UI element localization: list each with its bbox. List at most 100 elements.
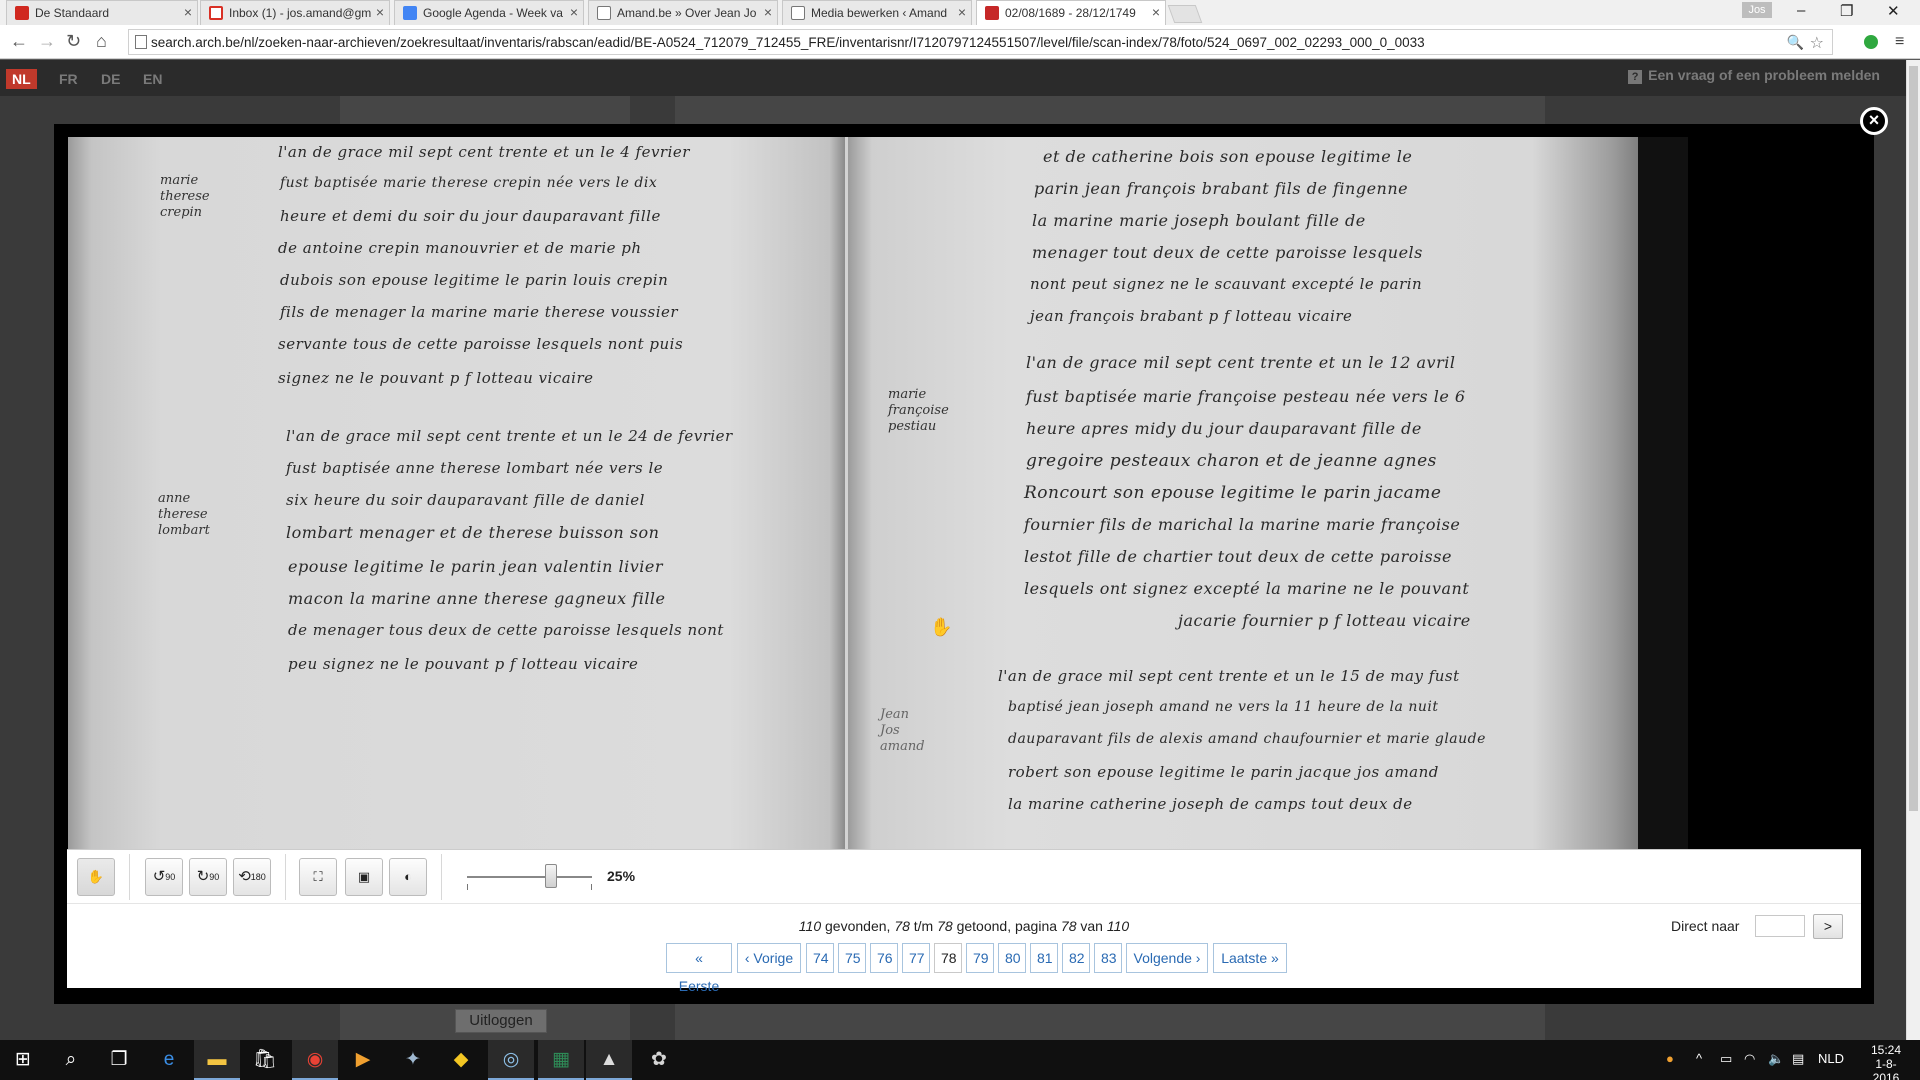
- notification-badge-icon[interactable]: ●: [1666, 1051, 1674, 1066]
- volume-icon[interactable]: 🔈: [1768, 1051, 1784, 1067]
- handwritten-line: heure et demi du soir du jour dauparavan…: [280, 207, 661, 225]
- battery-icon[interactable]: ▭: [1720, 1051, 1732, 1067]
- page-link[interactable]: 74: [806, 943, 834, 973]
- close-viewer-button[interactable]: ×: [1860, 107, 1888, 135]
- browser-tab-active[interactable]: 02/08/1689 - 28/12/1749 ×: [976, 0, 1166, 25]
- handwritten-line: de antoine crepin manouvrier et de marie…: [278, 239, 642, 257]
- forward-icon[interactable]: →: [38, 32, 56, 50]
- rotate-right-button[interactable]: ↻90: [189, 858, 227, 896]
- direct-page-input[interactable]: [1755, 915, 1805, 937]
- page-link[interactable]: 79: [966, 943, 994, 973]
- close-tab-icon[interactable]: ×: [1152, 4, 1160, 20]
- browser-tab[interactable]: Inbox (1) - jos.amand@gm ×: [200, 0, 390, 25]
- task-view-icon[interactable]: ❐: [96, 1040, 142, 1080]
- zoom-icon[interactable]: 🔍: [1787, 34, 1804, 51]
- close-tab-icon[interactable]: ×: [570, 4, 578, 20]
- photos-icon[interactable]: ▲: [586, 1040, 632, 1080]
- handwritten-line: dubois son epouse legitime le parin loui…: [280, 271, 669, 289]
- close-tab-icon[interactable]: ×: [184, 4, 192, 20]
- shown-from: 78: [894, 918, 910, 934]
- fullscreen-button[interactable]: ▣: [345, 858, 383, 896]
- last-page-link[interactable]: Laatste »: [1213, 943, 1287, 973]
- page-link[interactable]: 80: [998, 943, 1026, 973]
- invert-contrast-button[interactable]: ◐: [389, 858, 427, 896]
- page-info-icon[interactable]: [135, 35, 147, 49]
- window-close-icon[interactable]: ✕: [1887, 2, 1900, 20]
- scan-image[interactable]: marie therese crepin anne therese lombar…: [68, 137, 1652, 849]
- direct-go-button[interactable]: >: [1813, 914, 1843, 939]
- toolbar-divider: [129, 854, 130, 900]
- input-language[interactable]: NLD: [1818, 1051, 1844, 1066]
- browser-tab[interactable]: De Standaard ×: [6, 0, 198, 25]
- logout-button[interactable]: Uitloggen: [455, 1009, 547, 1033]
- page-scrollbar[interactable]: [1906, 60, 1920, 1040]
- back-icon[interactable]: ←: [10, 32, 28, 50]
- close-tab-icon[interactable]: ×: [764, 4, 772, 20]
- rotate-180-button[interactable]: ⟲180: [233, 858, 271, 896]
- address-bar[interactable]: search.arch.be/nl/zoeken-naar-archieven/…: [128, 29, 1833, 55]
- page-link[interactable]: 76: [870, 943, 898, 973]
- restore-icon[interactable]: ❐: [1840, 2, 1853, 20]
- file-explorer-icon[interactable]: ▬: [194, 1040, 240, 1080]
- app-icon[interactable]: ✦: [390, 1040, 436, 1080]
- zoom-slider-handle[interactable]: [545, 864, 557, 888]
- store-icon[interactable]: 🛍: [242, 1040, 288, 1080]
- app-icon[interactable]: ◎: [488, 1040, 534, 1080]
- page-link[interactable]: 83: [1094, 943, 1122, 973]
- system-clock[interactable]: 15:24 1-8-2016: [1862, 1043, 1910, 1080]
- app-icon[interactable]: ◆: [438, 1040, 484, 1080]
- page-link[interactable]: 77: [902, 943, 930, 973]
- search-icon[interactable]: ⌕: [48, 1040, 94, 1080]
- lang-en[interactable]: EN: [137, 69, 168, 89]
- scrollbar-thumb[interactable]: [1909, 66, 1918, 811]
- close-tab-icon[interactable]: ×: [958, 4, 966, 20]
- calendar-icon: [403, 6, 417, 20]
- wifi-icon[interactable]: ◠: [1744, 1051, 1755, 1067]
- browser-tab[interactable]: Amand.be » Over Jean Jo ×: [588, 0, 778, 25]
- windows-start-icon[interactable]: ⊞: [0, 1040, 46, 1080]
- tab-title: 02/08/1689 - 28/12/1749: [1005, 6, 1136, 20]
- browser-tab[interactable]: Google Agenda - Week va ×: [394, 0, 584, 25]
- report-problem-link[interactable]: ? Een vraag of een probleem melden: [1628, 67, 1880, 84]
- app-icon[interactable]: ▦: [538, 1040, 584, 1080]
- browser-toolbar: ← → ↻ ⌂ search.arch.be/nl/zoeken-naar-ar…: [0, 25, 1920, 59]
- handwritten-line: fils de menager la marine marie therese …: [280, 303, 679, 321]
- profile-button[interactable]: Jos: [1742, 2, 1772, 18]
- bookmark-star-icon[interactable]: ☆: [1810, 33, 1824, 53]
- media-player-icon[interactable]: ▶: [340, 1040, 386, 1080]
- rotate-180-icon: ⟲: [238, 868, 251, 885]
- tray-expand-icon[interactable]: ^: [1696, 1051, 1702, 1066]
- previous-page-link[interactable]: ‹ Vorige: [737, 943, 801, 973]
- fit-screen-button[interactable]: ⛶: [299, 858, 337, 896]
- pan-tool-button[interactable]: ✋: [77, 858, 115, 896]
- minimize-icon[interactable]: –: [1797, 2, 1805, 19]
- first-page-link[interactable]: « Eerste: [666, 943, 732, 994]
- lang-de[interactable]: DE: [95, 69, 126, 89]
- action-center-icon[interactable]: ▤: [1792, 1051, 1804, 1067]
- browser-tab[interactable]: Media bewerken ‹ Amand ×: [782, 0, 972, 25]
- shown-to: 78: [937, 918, 953, 934]
- chrome-icon[interactable]: ◉: [292, 1040, 338, 1080]
- new-tab-button[interactable]: [1167, 5, 1203, 23]
- extension-icon[interactable]: [1864, 35, 1878, 49]
- tab-title: Amand.be » Over Jean Jo: [617, 6, 757, 20]
- url-text[interactable]: search.arch.be/nl/zoeken-naar-archieven/…: [151, 35, 1425, 50]
- page-link[interactable]: 82: [1062, 943, 1090, 973]
- rotate-left-button[interactable]: ↺90: [145, 858, 183, 896]
- clock-time: 15:24: [1870, 1043, 1902, 1057]
- page-link[interactable]: 81: [1030, 943, 1058, 973]
- chrome-menu-icon[interactable]: ≡: [1895, 33, 1904, 51]
- app-icon[interactable]: ✿: [636, 1040, 682, 1080]
- reload-icon[interactable]: ↻: [66, 32, 81, 50]
- lang-fr[interactable]: FR: [53, 69, 84, 89]
- next-page-link[interactable]: Volgende ›: [1126, 943, 1208, 973]
- lang-nl[interactable]: NL: [6, 69, 37, 89]
- margin-note-line: crepin: [160, 205, 203, 220]
- home-icon[interactable]: ⌂: [96, 32, 107, 50]
- page-link[interactable]: 75: [838, 943, 866, 973]
- handwritten-line: dauparavant fils de alexis amand chaufou…: [1008, 731, 1486, 747]
- close-icon: ×: [1868, 110, 1880, 130]
- edge-browser-icon[interactable]: e: [146, 1040, 192, 1080]
- zoom-slider-track[interactable]: [467, 876, 592, 878]
- close-tab-icon[interactable]: ×: [376, 4, 384, 20]
